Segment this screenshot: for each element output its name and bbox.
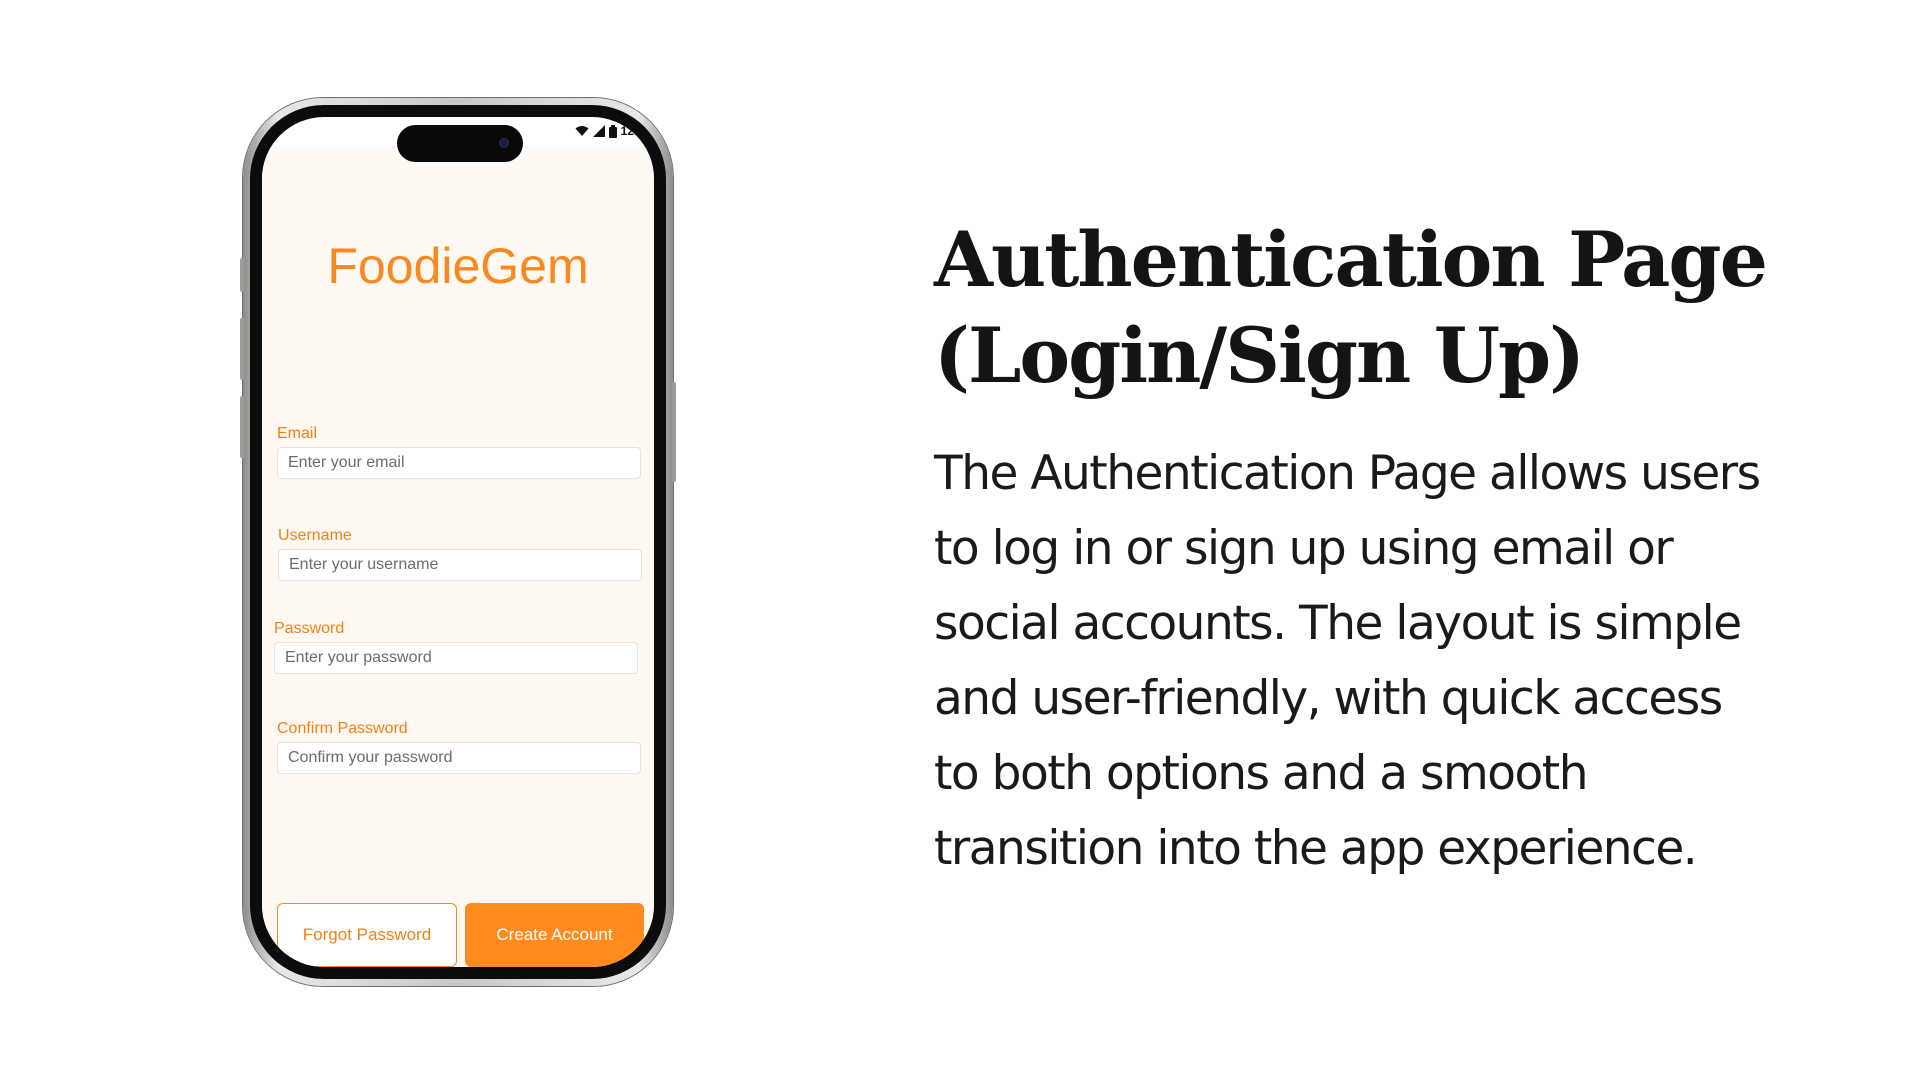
phone-power-button (672, 382, 676, 482)
phone-volume-up-button (240, 318, 244, 380)
password-input[interactable] (274, 642, 638, 674)
slide: 12: FoodieGem Email Username Password Co… (0, 0, 1920, 1080)
phone-mockup: 12: FoodieGem Email Username Password Co… (240, 98, 676, 986)
headline-line-1: Authentication Page (934, 215, 1768, 304)
email-input[interactable] (277, 447, 641, 479)
forgot-password-button[interactable]: Forgot Password (277, 903, 457, 967)
create-account-button[interactable]: Create Account (465, 903, 644, 967)
app-title: FoodieGem (327, 238, 589, 294)
confirm-password-input[interactable] (277, 742, 641, 774)
description-line-4: and user-friendly, with quick access (934, 671, 1723, 726)
status-bar: 12: (575, 123, 638, 139)
description-line-3: social accounts. The layout is simple (934, 596, 1742, 651)
slide-headline: Authentication Page (Login/Sign Up) (934, 212, 1794, 404)
description-line-5: to both options and a smooth (934, 746, 1589, 801)
wifi-icon (575, 126, 589, 136)
description-line-6: transition into the app experience. (934, 821, 1698, 876)
status-time: 12: (620, 124, 638, 138)
password-label: Password (274, 620, 345, 637)
headline-line-2: (Login/Sign Up) (934, 311, 1585, 400)
description-line-1: The Authentication Page allows users (934, 446, 1761, 501)
username-input[interactable] (278, 549, 642, 581)
cellular-signal-icon (592, 125, 605, 137)
battery-icon (608, 124, 617, 138)
phone-screen: 12: FoodieGem Email Username Password Co… (262, 117, 654, 967)
email-label: Email (277, 425, 318, 442)
phone-action-button (240, 258, 244, 292)
front-camera-icon (499, 138, 509, 148)
phone-volume-down-button (240, 396, 244, 458)
description-line-2: to log in or sign up using email or (934, 521, 1674, 576)
username-label: Username (278, 527, 352, 544)
slide-description: The Authentication Page allows users to … (934, 436, 1814, 886)
dynamic-island (397, 125, 523, 162)
confirm-password-label: Confirm Password (277, 720, 408, 737)
